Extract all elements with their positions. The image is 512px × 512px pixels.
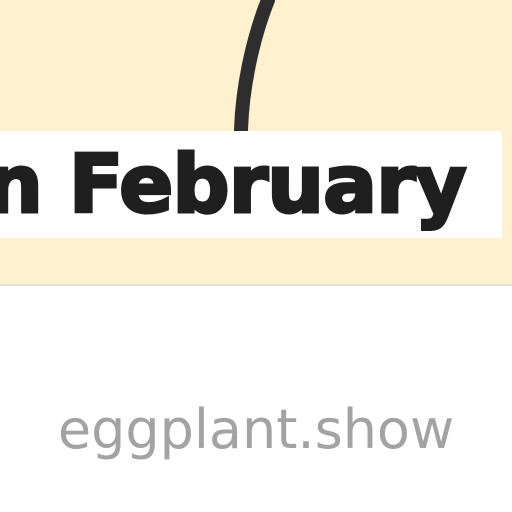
preview-footer: eggplant.show bbox=[0, 288, 512, 512]
preview-image[interactable]: on February bbox=[0, 0, 512, 286]
site-domain[interactable]: eggplant.show bbox=[0, 398, 512, 462]
preview-headline: on February bbox=[0, 137, 468, 233]
headline-band: on February bbox=[0, 131, 502, 238]
link-preview-card[interactable]: on February eggplant.show bbox=[0, 0, 512, 512]
